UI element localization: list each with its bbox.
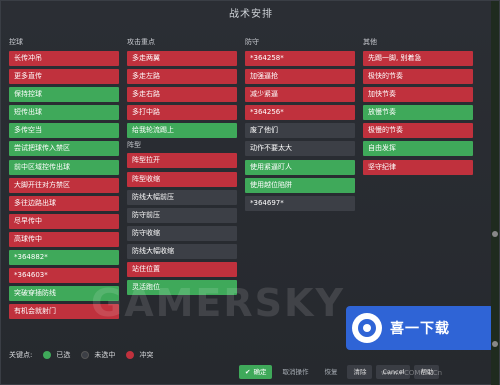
tactic-option[interactable]: 减少紧逼 — [245, 87, 355, 103]
tactic-option[interactable]: 多走两翼 — [127, 51, 237, 66]
ok-label: 确定 — [253, 368, 267, 376]
tactic-option[interactable]: 尽早传中 — [9, 213, 119, 229]
tactic-option[interactable]: 防守前压 — [127, 207, 237, 223]
column-other: 先踢一脚, 别着急 极快的节奏加快节奏放慢节奏极慢的节奏自由发挥坚守纪律 — [363, 51, 473, 178]
tactic-option[interactable]: 坚守纪律 — [363, 159, 473, 175]
clear-button[interactable]: 清除 — [347, 365, 373, 379]
tactic-option[interactable]: 防线大幅收缩 — [127, 243, 237, 259]
tactic-option[interactable]: 多往边路出球 — [9, 195, 119, 211]
tactic-option[interactable]: 多打中路 — [127, 105, 237, 121]
tactic-option[interactable]: 多传空当 — [9, 123, 119, 139]
restore-button[interactable]: 恢复 — [318, 365, 343, 379]
promo-logo-icon — [352, 313, 382, 343]
tactic-option[interactable]: 站住位置 — [127, 262, 237, 278]
tactic-option[interactable]: 更多直传 — [9, 69, 119, 85]
edge-dot-icon — [492, 341, 498, 347]
right-edge-strip — [491, 1, 499, 385]
tactic-option[interactable]: 大脚开往对方禁区 — [9, 177, 119, 193]
column-title-attack: 攻击重点 — [127, 38, 155, 46]
promo-text: 喜一下载 — [390, 321, 450, 337]
tactic-option[interactable]: 多走左路 — [127, 69, 237, 85]
tactic-option[interactable]: 使用紧逼盯人 — [245, 159, 355, 175]
column-defense: *364258* 加强逼抢减少紧逼 *364256* 废了他们动作不要太大 使用紧逼盯人… — [245, 51, 355, 214]
watermark-text: GAMERSKY — [91, 281, 345, 325]
ok-button[interactable]: ✔ 确定 — [239, 365, 273, 379]
tactic-option[interactable]: 高球传中 — [9, 231, 119, 247]
tactics-panel: 战术安排 控球 攻击重点 防守 其他 长传冲吊更多直传保持控球短传出球多传空当尝… — [0, 0, 500, 385]
tactic-option[interactable]: 废了他们 — [245, 123, 355, 139]
tactic-option[interactable]: 放慢节奏 — [363, 105, 473, 121]
legend-title: 关键点: — [9, 351, 33, 359]
tactic-option[interactable]: 保持控球 — [9, 87, 119, 103]
tactic-option[interactable]: 使用越位陷阱 — [245, 177, 355, 193]
watermark-url: www.PCOMCN.Cn — [381, 369, 443, 377]
tactic-option[interactable]: 阵型收缩 — [127, 171, 237, 187]
tactic-option[interactable]: *364882* — [9, 250, 119, 266]
check-icon: ✔ — [245, 368, 251, 376]
tactic-option[interactable]: 长传冲吊 — [9, 51, 119, 66]
tactic-option[interactable]: 尝试把球传入禁区 — [9, 141, 119, 157]
cancel-action-button[interactable]: 取消操作 — [276, 365, 314, 379]
tactic-option[interactable]: 防线大幅前压 — [127, 189, 237, 205]
legend-unselected: 未选中 — [94, 351, 116, 359]
tactic-option[interactable]: 阵型拉开 — [127, 153, 237, 169]
tactic-option[interactable]: 多走右路 — [127, 87, 237, 103]
tactic-option[interactable]: 自由发挥 — [363, 141, 473, 157]
edge-dot-icon — [492, 231, 498, 237]
legend: 关键点: 已选 未选中 冲突 — [9, 350, 159, 360]
tactic-option[interactable]: 加快节奏 — [363, 87, 473, 103]
tactic-option[interactable]: 防守收缩 — [127, 225, 237, 241]
legend-selected: 已选 — [56, 351, 71, 359]
tactic-option[interactable]: *364258* — [245, 51, 355, 66]
unselected-dot-icon — [81, 351, 90, 359]
tactic-option[interactable]: 给我轮流踢上 — [127, 123, 237, 139]
section-title-formation: 阵型 — [127, 141, 141, 150]
window-title: 战术安排 — [229, 9, 273, 20]
selected-dot-icon — [43, 351, 52, 359]
tactic-option[interactable]: *364256* — [245, 105, 355, 121]
tactic-option[interactable]: 前中区域控传出球 — [9, 159, 119, 175]
tactic-option[interactable]: 极慢的节奏 — [363, 123, 473, 139]
column-title-defense: 防守 — [245, 38, 259, 46]
column-attack: 多走两翼多走左路多走右路多打中路给我轮流踢上阵型阵型拉开阵型收缩防线大幅前压 防守… — [127, 51, 237, 298]
legend-conflict: 冲突 — [139, 351, 154, 359]
column-title-control: 控球 — [9, 38, 23, 46]
tactic-option[interactable]: 极快的节奏 — [363, 69, 473, 85]
conflict-dot-icon — [126, 351, 135, 359]
tactic-option[interactable]: 加强逼抢 — [245, 69, 355, 85]
tactic-option[interactable]: 动作不要太大 — [245, 141, 355, 157]
promo-badge[interactable]: 喜一下载 — [346, 306, 494, 350]
tactic-option[interactable]: *364697* — [245, 195, 355, 211]
tactic-option[interactable]: 先踢一脚, 别着急 — [363, 51, 473, 66]
tactic-option[interactable]: 短传出球 — [9, 105, 119, 121]
column-title-other: 其他 — [363, 38, 377, 46]
